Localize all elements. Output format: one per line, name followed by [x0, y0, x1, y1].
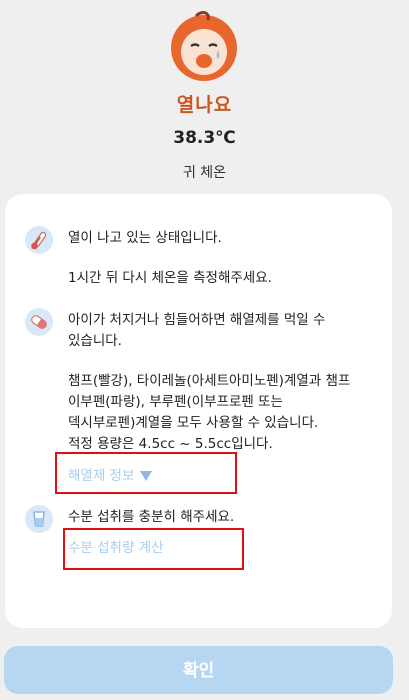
pill-capsule-icon [25, 308, 53, 336]
medicine-message: 아이가 처지거나 힘들어하면 해열제를 먹일 수 있습니다. [68, 312, 326, 349]
advice-card: 열이 나고 있는 상태입니다. 1시간 뒤 다시 체온을 측정해주세요. 아이가… [5, 194, 392, 628]
water-message: 수분 섭취를 충분히 해주세요. [68, 509, 235, 525]
water-glass-icon [25, 505, 53, 533]
status-title: 열나요 [176, 94, 233, 116]
crying-baby-icon [166, 8, 242, 84]
highlight-box-info [55, 452, 237, 494]
remeasure-message: 1시간 뒤 다시 체온을 측정해주세요. [68, 270, 272, 286]
confirm-button[interactable]: 확인 [4, 646, 393, 694]
thermometer-icon [25, 226, 53, 254]
temperature-value: 38.3℃ [173, 128, 236, 148]
highlight-box-water [63, 528, 244, 570]
fever-message: 열이 나고 있는 상태입니다. [68, 230, 222, 246]
measurement-method: 귀 체온 [182, 165, 227, 181]
result-header: 열나요 38.3℃ 귀 체온 [0, 0, 409, 190]
medicine-detail: 챔프(빨강), 타이레놀(아세트아미노펜)계열과 챔프 이부펜(파랑), 부루펜… [68, 373, 351, 452]
